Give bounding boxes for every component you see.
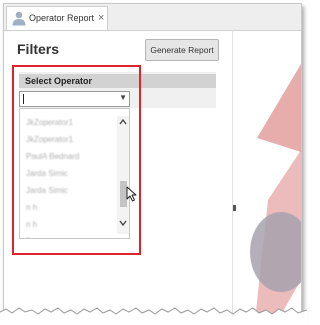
tab-operator-report[interactable]: Operator Report × [6,6,108,30]
tab-title: Operator Report [29,13,95,23]
filters-title: Filters [17,41,60,57]
generate-report-button[interactable]: Generate Report [145,39,219,61]
torn-edge [0,307,307,325]
close-icon[interactable]: × [98,11,104,25]
background-graphic [233,64,301,318]
app-window: Operator Report × Filters Generate Repor… [3,3,302,319]
highlight-box [12,65,141,255]
tab-strip: Operator Report × [4,4,301,31]
user-icon [12,11,26,26]
